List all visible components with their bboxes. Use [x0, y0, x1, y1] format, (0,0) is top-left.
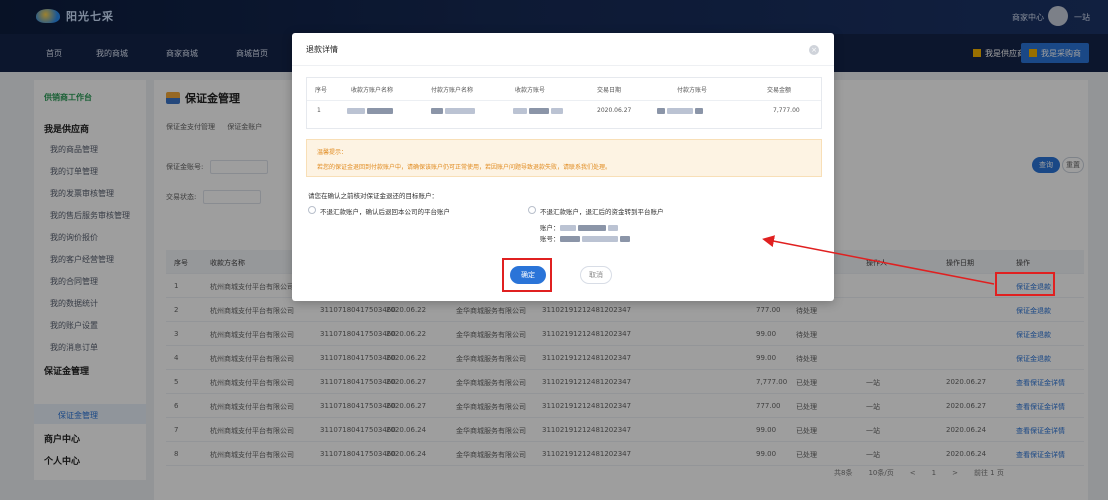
close-icon[interactable]: × — [809, 45, 819, 55]
annotation-highlight-box — [995, 272, 1055, 296]
modal-th-payer-name: 付款方账户名称 — [431, 87, 474, 94]
annotation-confirm-box — [502, 258, 552, 292]
refund-detail-modal: 退款详情 × 序号 收款方账户名称 付款方账户名称 收款方账号 交易日期 付款方… — [292, 33, 834, 301]
radio-option-platform-account[interactable]: 不退汇款账户，确认后退回本公司的平台账户 — [308, 206, 450, 216]
warning-title: 温馨提示： — [317, 149, 348, 156]
radio-circle-icon — [528, 206, 536, 214]
modal-divider — [292, 65, 834, 66]
modal-th-payee-account: 收款方账号 — [515, 87, 546, 94]
target-account-question: 请您在确认之前核对保证金退还的目标账户： — [308, 192, 438, 200]
modal-td-payee-name-redacted — [347, 107, 393, 114]
modal-table-divider — [307, 100, 821, 101]
modal-td-amount: 7,777.00 — [773, 107, 800, 114]
modal-td-payee-account-redacted — [513, 107, 563, 114]
radio-option-transfer-account[interactable]: 不退汇款账户，退汇后的资金转到平台账户 — [528, 206, 664, 216]
target-account-info: 账户： 账号： — [540, 223, 630, 245]
modal-td-payer-account-redacted — [657, 107, 703, 114]
account-number-label: 账号： — [540, 235, 560, 243]
modal-detail-table: 序号 收款方账户名称 付款方账户名称 收款方账号 交易日期 付款方账号 交易金额… — [306, 77, 822, 129]
modal-td-payer-name-redacted — [431, 107, 475, 114]
modal-th-payer-account: 付款方账号 — [677, 87, 708, 94]
warning-text: 若您的保证金退回到付款账户中，请确保该账户仍可正常使用，若因账户问题导致退款失败… — [317, 164, 612, 171]
warning-box: 温馨提示： 若您的保证金退回到付款账户中，请确保该账户仍可正常使用，若因账户问题… — [306, 139, 822, 177]
radio-circle-icon — [308, 206, 316, 214]
radio-option-2-label: 不退汇款账户，退汇后的资金转到平台账户 — [540, 208, 664, 216]
modal-th-date: 交易日期 — [597, 87, 622, 94]
cancel-button[interactable]: 取消 — [580, 266, 612, 284]
radio-option-1-label: 不退汇款账户，确认后退回本公司的平台账户 — [320, 208, 450, 216]
modal-th-index: 序号 — [315, 87, 328, 94]
modal-td-date: 2020.06.27 — [597, 107, 632, 114]
modal-th-payee-name: 收款方账户名称 — [351, 87, 394, 94]
modal-th-amount: 交易金额 — [767, 87, 792, 94]
modal-title: 退款详情 — [306, 45, 338, 54]
modal-td-index: 1 — [317, 107, 321, 114]
account-name-label: 账户： — [540, 224, 560, 232]
